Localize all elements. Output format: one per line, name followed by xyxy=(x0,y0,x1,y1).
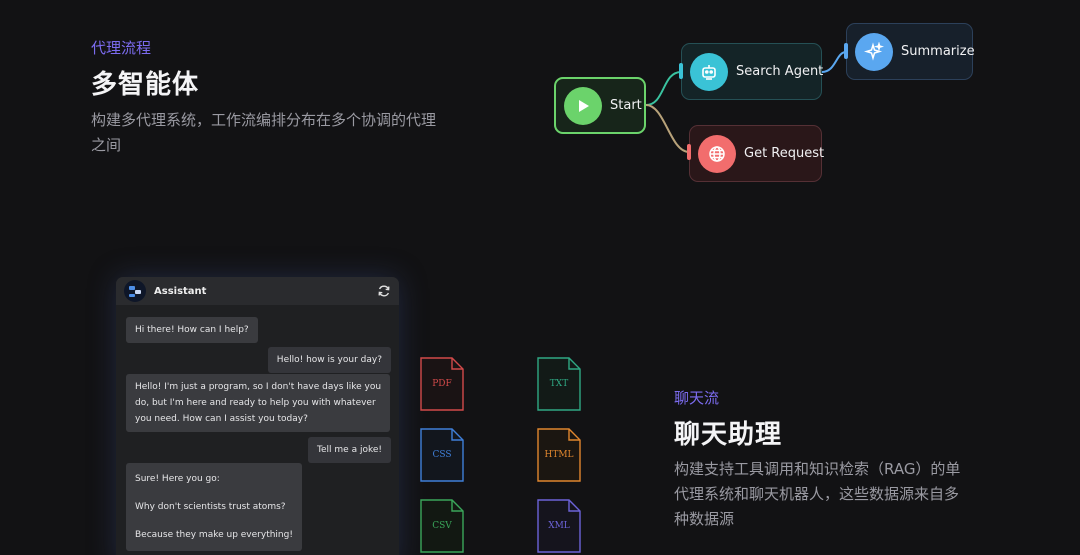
flow-node-label: Get Request xyxy=(744,146,825,161)
csv-file-icon: CSV xyxy=(420,499,464,553)
chat-message-assistant: Sure! Here you go: Why don't scientists … xyxy=(126,463,302,551)
css-file-icon: CSS xyxy=(420,428,464,482)
file-label: PDF xyxy=(432,379,452,389)
message-line: Hello! I'm just a program, so I don't ha… xyxy=(135,382,382,392)
section-description-chat: 构建支持工具调用和知识检索（RAG）的单 代理系统和聊天机器人，这些数据源来自多… xyxy=(674,457,994,532)
flow-node-label: Search Agent xyxy=(736,64,824,79)
txt-file-icon: TXT xyxy=(537,357,581,411)
message-line: Because they make up everything! xyxy=(135,530,293,540)
file-label: CSV xyxy=(432,521,452,531)
flow-node-summarize[interactable]: Summarize xyxy=(846,23,975,80)
message-line: Sure! Here you go: xyxy=(135,474,220,484)
node-input-handle[interactable] xyxy=(687,144,691,160)
flow-node-label: Start xyxy=(610,98,642,113)
globe-icon xyxy=(698,134,736,173)
html-file-icon: HTML xyxy=(537,428,581,482)
flow-node-start[interactable]: Start xyxy=(554,77,646,134)
description-line: 构建支持工具调用和知识检索（RAG）的单 xyxy=(674,460,961,478)
chat-header: Assistant xyxy=(116,277,399,305)
xml-file-icon: XML xyxy=(537,499,581,553)
play-icon xyxy=(564,86,602,125)
edge-search-summarize xyxy=(821,51,847,73)
chat-title: Assistant xyxy=(154,285,207,297)
chat-message-assistant: Hello! I'm just a program, so I don't ha… xyxy=(126,374,391,432)
file-label: XML xyxy=(548,521,570,531)
chat-message-assistant: Hi there! How can I help? xyxy=(126,317,258,343)
refresh-icon[interactable] xyxy=(377,284,391,298)
edge-start-search xyxy=(645,71,682,106)
flow-node-search-agent[interactable]: Search Agent xyxy=(681,43,824,100)
message-line: you need. How can I assist you today? xyxy=(135,414,308,424)
message-line: Why don't scientists trust atoms? xyxy=(135,502,286,512)
flow-node-label: Summarize xyxy=(901,44,975,59)
robot-icon xyxy=(690,52,728,91)
description-line: 种数据源 xyxy=(674,510,735,528)
pdf-file-icon: PDF xyxy=(420,357,464,411)
assistant-avatar xyxy=(124,280,146,302)
sparkles-icon xyxy=(855,32,893,71)
section-title-chat: 聊天助理 xyxy=(674,420,783,450)
edge-start-get xyxy=(645,104,690,153)
description-line: 代理系统和聊天机器人，这些数据源来自多 xyxy=(674,485,960,503)
node-input-handle[interactable] xyxy=(679,63,683,79)
file-label: TXT xyxy=(549,379,569,389)
file-label: CSS xyxy=(432,450,452,460)
chat-window: Assistant Hi there! How can I help? Hell… xyxy=(116,277,399,555)
file-label: HTML xyxy=(544,450,574,460)
flow-node-get-request[interactable]: Get Request xyxy=(689,125,825,182)
section-eyebrow-chat: 聊天流 xyxy=(674,389,720,407)
node-input-handle[interactable] xyxy=(844,43,848,59)
chat-message-user: Hello! how is your day? xyxy=(267,347,391,373)
message-line: do, but I'm here and ready to help you w… xyxy=(135,398,376,408)
chat-message-user: Tell me a joke! xyxy=(308,437,391,463)
